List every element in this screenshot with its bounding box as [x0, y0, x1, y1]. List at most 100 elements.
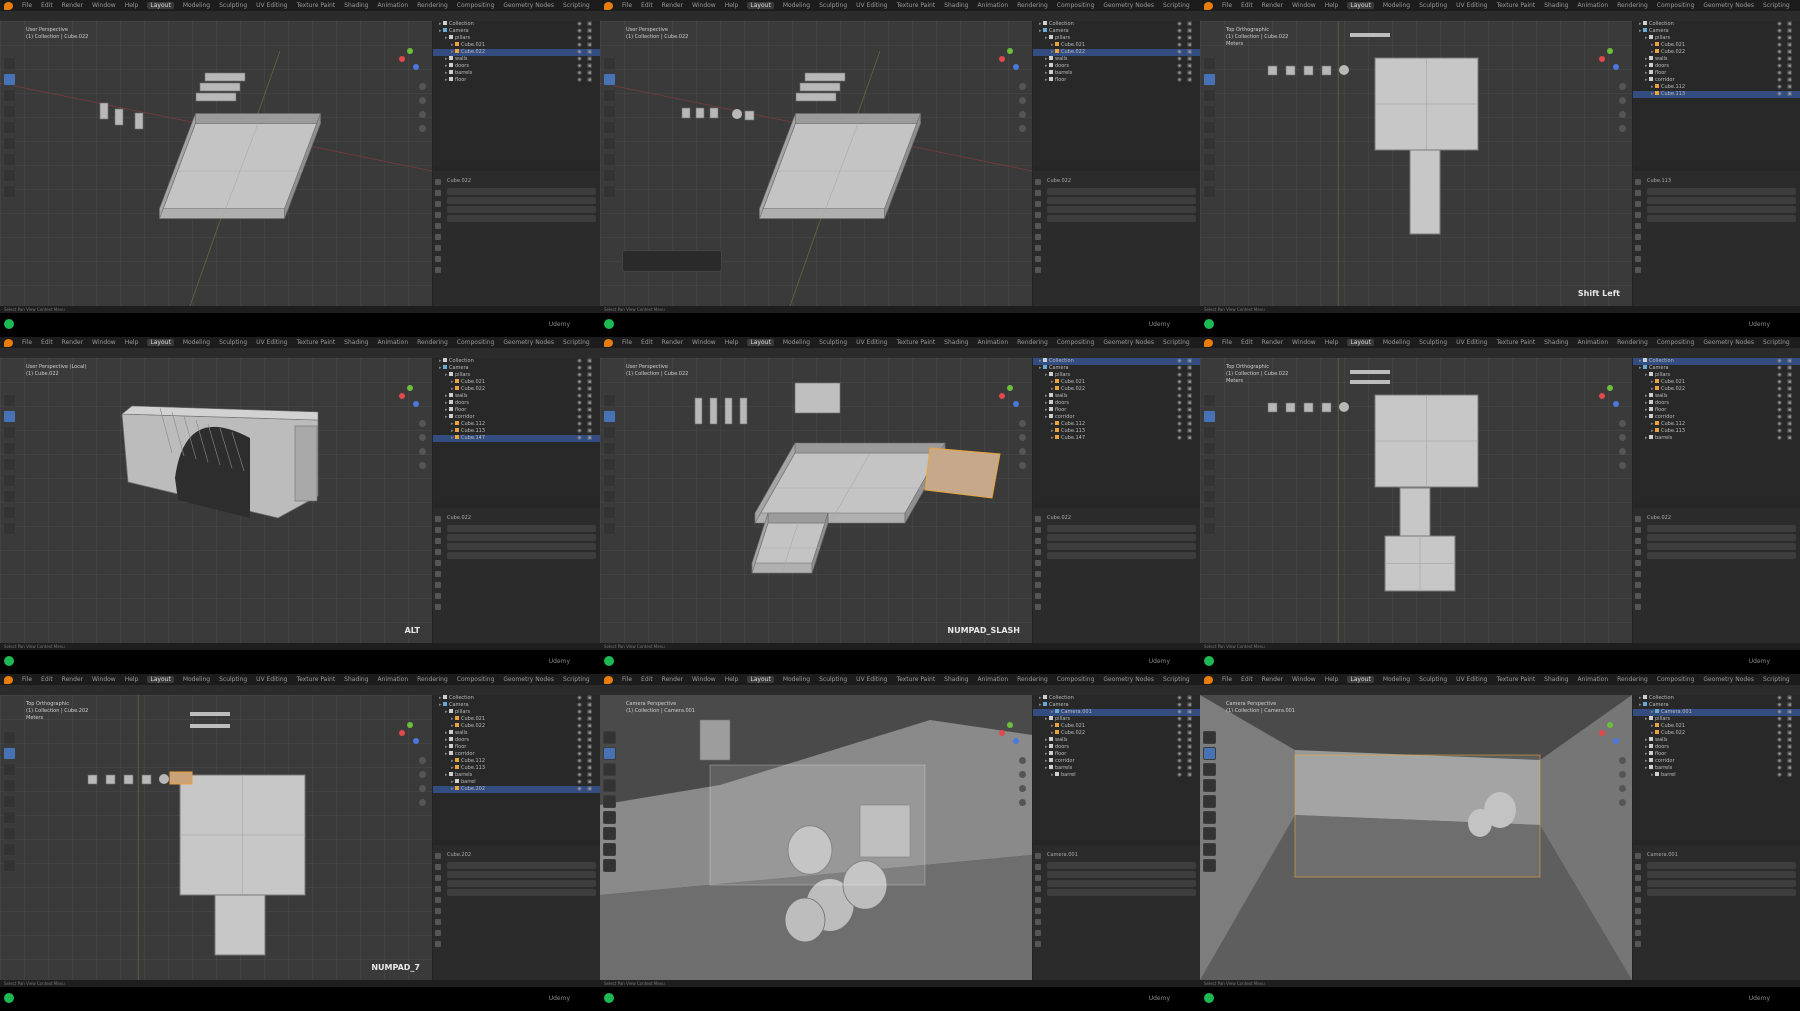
- pan-icon[interactable]: [1019, 97, 1026, 104]
- visibility-icon[interactable]: ◉ ▣: [1777, 772, 1794, 779]
- transform-tool-icon[interactable]: [3, 811, 16, 824]
- outliner-item[interactable]: ▸ doors ◉ ▣: [433, 63, 600, 70]
- scale-tool-icon[interactable]: [3, 458, 16, 471]
- measure-tool-icon[interactable]: [603, 169, 616, 182]
- select-tool-icon[interactable]: [3, 73, 16, 86]
- workspace-tab-shading[interactable]: Shading: [1544, 2, 1568, 9]
- outliner-item[interactable]: ▸ Cube.112 ◉ ▣: [1633, 421, 1800, 428]
- outliner-item[interactable]: ▸ floor ◉ ▣: [433, 77, 600, 84]
- output-tab-icon[interactable]: [435, 201, 441, 207]
- workspace-tab-compositing[interactable]: Compositing: [1657, 2, 1695, 9]
- property-field[interactable]: [447, 552, 596, 559]
- z-axis-icon[interactable]: [413, 401, 419, 407]
- x-axis-icon[interactable]: [399, 56, 405, 62]
- x-axis-icon[interactable]: [1599, 730, 1605, 736]
- workspace-tab-scripting[interactable]: Scripting: [1163, 2, 1190, 9]
- measure-tool-icon[interactable]: [3, 843, 16, 856]
- visibility-icon[interactable]: ◉ ▣: [577, 772, 594, 779]
- move-tool-icon[interactable]: [3, 426, 16, 439]
- menu-help[interactable]: Help: [725, 339, 739, 346]
- visibility-icon[interactable]: ◉ ▣: [1777, 63, 1794, 70]
- pan-icon[interactable]: [1619, 434, 1626, 441]
- move-tool-icon[interactable]: [1203, 89, 1216, 102]
- outliner-item[interactable]: ▸ Cube.022 ◉ ▣: [433, 386, 600, 393]
- visibility-icon[interactable]: ◉ ▣: [577, 63, 594, 70]
- visibility-icon[interactable]: ◉ ▣: [1777, 28, 1794, 35]
- menu-help[interactable]: Help: [725, 676, 739, 683]
- z-axis-icon[interactable]: [413, 738, 419, 744]
- workspace-tab-compositing[interactable]: Compositing: [1657, 676, 1695, 683]
- scene-tab-icon[interactable]: [435, 897, 441, 903]
- outliner-item[interactable]: ▸ walls ◉ ▣: [1033, 393, 1200, 400]
- navigation-gizmo[interactable]: [1595, 46, 1625, 76]
- visibility-icon[interactable]: ◉ ▣: [1177, 49, 1194, 56]
- visibility-icon[interactable]: ◉ ▣: [1177, 765, 1194, 772]
- property-field[interactable]: [447, 889, 596, 896]
- scale-tool-icon[interactable]: [603, 458, 616, 471]
- outliner-item[interactable]: ▸ Cube.022 ◉ ▣: [1033, 730, 1200, 737]
- visibility-icon[interactable]: ◉ ▣: [577, 751, 594, 758]
- move-tool-icon[interactable]: [603, 426, 616, 439]
- workspace-tab-sculpting[interactable]: Sculpting: [819, 339, 847, 346]
- object-tab-icon[interactable]: [435, 582, 441, 588]
- transform-tool-icon[interactable]: [603, 137, 616, 150]
- rotate-tool-icon[interactable]: [603, 442, 616, 455]
- transform-tool-icon[interactable]: [603, 474, 616, 487]
- annotate-tool-icon[interactable]: [603, 153, 616, 166]
- add-tool-icon[interactable]: [3, 859, 16, 872]
- property-field[interactable]: [1647, 215, 1796, 222]
- modifier-tab-icon[interactable]: [435, 593, 441, 599]
- workspace-tab-texture-paint[interactable]: Texture Paint: [1496, 339, 1535, 346]
- menu-edit[interactable]: Edit: [641, 676, 653, 683]
- workspace-tab-shading[interactable]: Shading: [1544, 339, 1568, 346]
- visibility-icon[interactable]: ◉ ▣: [1777, 751, 1794, 758]
- visibility-icon[interactable]: ◉ ▣: [577, 358, 594, 365]
- rotate-tool-icon[interactable]: [3, 442, 16, 455]
- x-axis-icon[interactable]: [399, 393, 405, 399]
- world-tab-icon[interactable]: [435, 908, 441, 914]
- visibility-icon[interactable]: ◉ ▣: [577, 702, 594, 709]
- workspace-tab-sculpting[interactable]: Sculpting: [1419, 676, 1447, 683]
- visibility-icon[interactable]: ◉ ▣: [1777, 42, 1794, 49]
- menu-render[interactable]: Render: [662, 2, 683, 9]
- workspace-tab-sculpting[interactable]: Sculpting: [219, 676, 247, 683]
- workspace-tab-uv-editing[interactable]: UV Editing: [1456, 2, 1487, 9]
- outliner-item[interactable]: ▸ barrels ◉ ▣: [433, 772, 600, 779]
- property-field[interactable]: [1047, 534, 1196, 541]
- outliner-item[interactable]: ▸ walls ◉ ▣: [433, 393, 600, 400]
- navigation-gizmo[interactable]: [995, 720, 1025, 750]
- transform-tool-icon[interactable]: [1203, 811, 1216, 824]
- render-tab-icon[interactable]: [435, 864, 441, 870]
- z-axis-icon[interactable]: [1613, 64, 1619, 70]
- viewport-header[interactable]: [1200, 348, 1800, 358]
- outliner-item[interactable]: ▸ Collection ◉ ▣: [1033, 358, 1200, 365]
- outliner-item[interactable]: ▸ barrel ◉ ▣: [433, 779, 600, 786]
- workspace-tab-shading[interactable]: Shading: [944, 2, 968, 9]
- transform-tool-icon[interactable]: [1203, 137, 1216, 150]
- object-tab-icon[interactable]: [1635, 919, 1641, 925]
- workspace-tab-layout[interactable]: Layout: [1347, 2, 1374, 9]
- blender-logo-icon[interactable]: [4, 675, 13, 684]
- outliner-item[interactable]: ▸ barrels ◉ ▣: [1633, 765, 1800, 772]
- zoom-icon[interactable]: [1019, 757, 1026, 764]
- workspace-tab-shading[interactable]: Shading: [944, 339, 968, 346]
- move-tool-icon[interactable]: [3, 89, 16, 102]
- output-tab-icon[interactable]: [435, 875, 441, 881]
- workspace-tab-rendering[interactable]: Rendering: [417, 339, 448, 346]
- viewport-header[interactable]: [600, 11, 1200, 21]
- outliner-item[interactable]: ▸ Cube.113 ◉ ▣: [433, 428, 600, 435]
- outliner-item[interactable]: ▸ Cube.021 ◉ ▣: [1633, 379, 1800, 386]
- view-layer-tab-icon[interactable]: [1035, 886, 1041, 892]
- workspace-tab-modeling[interactable]: Modeling: [1383, 2, 1410, 9]
- world-tab-icon[interactable]: [435, 234, 441, 240]
- modifier-tab-icon[interactable]: [1035, 593, 1041, 599]
- camera-icon[interactable]: [1019, 785, 1026, 792]
- measure-tool-icon[interactable]: [1203, 169, 1216, 182]
- camera-icon[interactable]: [419, 448, 426, 455]
- z-axis-icon[interactable]: [413, 64, 419, 70]
- visibility-icon[interactable]: ◉ ▣: [577, 421, 594, 428]
- world-tab-icon[interactable]: [1635, 908, 1641, 914]
- modifier-tab-icon[interactable]: [1635, 593, 1641, 599]
- tool-tab-icon[interactable]: [435, 179, 441, 185]
- visibility-icon[interactable]: ◉ ▣: [577, 765, 594, 772]
